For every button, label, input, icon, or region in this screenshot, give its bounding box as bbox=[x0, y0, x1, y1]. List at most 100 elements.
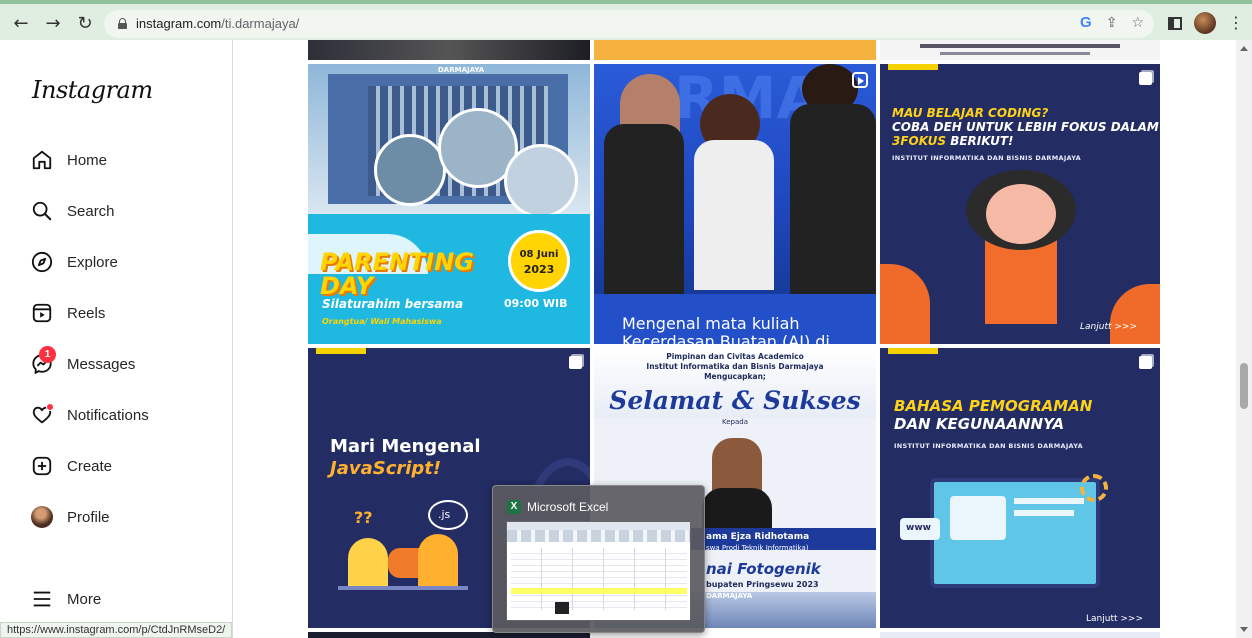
date-text: 08 Juni bbox=[519, 249, 559, 260]
lanjutt-text: Lanjutt >>> bbox=[1086, 614, 1143, 624]
google-icon[interactable]: G bbox=[1080, 14, 1092, 31]
question-marks: ?? bbox=[354, 508, 373, 527]
reload-icon[interactable]: ↻ bbox=[74, 13, 96, 35]
sidebar-item-profile[interactable]: Profile bbox=[20, 497, 220, 537]
person-figure bbox=[604, 124, 684, 294]
www-text: www bbox=[906, 523, 931, 533]
js-heading-line2: JavaScript! bbox=[330, 458, 442, 479]
event-line1: Silaturahim bersama bbox=[322, 297, 464, 311]
back-icon[interactable]: ← bbox=[10, 13, 32, 35]
person-figure bbox=[694, 140, 774, 290]
post-ai-course-reel[interactable]: RMA Mengenal mata kuliah Kecerdasan Buat… bbox=[594, 64, 876, 344]
illustration-person bbox=[418, 534, 458, 588]
photo-circle bbox=[504, 144, 578, 218]
profile-avatar-icon[interactable] bbox=[1194, 12, 1216, 34]
gear-illustration bbox=[1080, 474, 1108, 502]
header-line3: Mengucapkan; bbox=[704, 372, 766, 381]
post-partial-top-3[interactable] bbox=[880, 40, 1160, 60]
date-badge: 08 Juni 2023 bbox=[508, 230, 570, 292]
scroll-up-arrow-icon[interactable] bbox=[1240, 46, 1248, 51]
sidebar-label-notifications: Notifications bbox=[67, 406, 149, 424]
sidebar: Instagram Home Search Explore Reels 1 Me… bbox=[0, 40, 233, 638]
home-icon bbox=[30, 148, 54, 172]
sidebar-label-reels: Reels bbox=[67, 304, 106, 322]
text-line bbox=[1014, 498, 1084, 504]
excel-taskbar-preview[interactable]: X Microsoft Excel bbox=[492, 485, 705, 633]
photo-circle bbox=[374, 134, 446, 206]
institute-text: INSTITUT INFORMATIKA DAN BISNIS DARMAJAY… bbox=[894, 442, 1083, 450]
post-partial-top-2[interactable] bbox=[594, 40, 876, 60]
bp-heading-line1: BAHASA PEMOGRAMAN bbox=[894, 397, 1093, 415]
share-icon[interactable]: ⇪ bbox=[1106, 15, 1118, 31]
table-line bbox=[338, 586, 468, 590]
scroll-down-arrow-icon[interactable] bbox=[1240, 627, 1248, 632]
image-window bbox=[950, 496, 1006, 540]
messages-badge: 1 bbox=[39, 346, 56, 363]
text-line bbox=[1014, 510, 1074, 516]
sidebar-label-messages: Messages bbox=[67, 355, 136, 373]
lock-icon[interactable] bbox=[118, 18, 127, 29]
decor-shape bbox=[880, 264, 930, 344]
menu-kebab-icon[interactable]: ⋮ bbox=[1228, 15, 1244, 31]
url-text[interactable]: instagram.com/ti.darmajaya/ bbox=[136, 16, 299, 31]
honoree-prodi: swa Prodi Teknik Informatika) bbox=[706, 544, 809, 552]
award-text: nai Fotogenik bbox=[706, 560, 821, 578]
award-place: bupaten Pringsewu 2023 bbox=[706, 580, 819, 589]
sidebar-label-search: Search bbox=[67, 202, 115, 220]
profile-avatar bbox=[30, 505, 54, 529]
sidebar-item-messages[interactable]: 1 Messages bbox=[20, 344, 220, 384]
hamburger-icon bbox=[30, 587, 54, 611]
side-panel-icon[interactable] bbox=[1168, 16, 1182, 30]
person-figure bbox=[790, 104, 876, 294]
sidebar-item-notifications[interactable]: Notifications bbox=[20, 395, 220, 435]
address-bar[interactable]: instagram.com/ti.darmajaya/ G ⇪ ☆ bbox=[104, 10, 1154, 38]
kepada-text: Kepada bbox=[721, 418, 748, 426]
sidebar-label-create: Create bbox=[67, 457, 113, 475]
excel-window-thumbnail[interactable] bbox=[506, 521, 691, 621]
bookmark-star-icon[interactable]: ☆ bbox=[1131, 15, 1144, 31]
carousel-icon bbox=[569, 356, 582, 369]
sidebar-item-create[interactable]: Create bbox=[20, 446, 220, 486]
header-line1: Pimpinan dan Civitas Academico bbox=[666, 352, 804, 361]
event-time: 09:00 WIB bbox=[504, 297, 568, 310]
post-parenting-day[interactable]: DARMAJAYA PARENTING DAY 08 Juni 2023 Sil… bbox=[308, 64, 590, 344]
js-bubble-text: .js bbox=[438, 508, 451, 521]
heading-line3: 3FOKUS BERIKUT! bbox=[892, 134, 1014, 148]
post-partial-top-1[interactable] bbox=[308, 40, 590, 60]
reel-icon bbox=[852, 72, 868, 88]
event-line2: Orangtua/ Wali Mahasiswa bbox=[322, 317, 442, 326]
tag-label bbox=[888, 348, 938, 354]
selamat-title: Selamat & Sukses bbox=[609, 386, 861, 415]
sidebar-item-explore[interactable]: Explore bbox=[20, 242, 220, 282]
www-bubble: www bbox=[900, 518, 940, 540]
sidebar-item-home[interactable]: Home bbox=[20, 140, 220, 180]
carousel-icon bbox=[1139, 356, 1152, 369]
sidebar-item-reels[interactable]: Reels bbox=[20, 293, 220, 333]
notification-dot bbox=[46, 403, 54, 411]
js-heading-line1: Mari Mengenal bbox=[330, 436, 481, 457]
bp-heading-line2: DAN KEGUNAANNYA bbox=[894, 415, 1065, 433]
browser-toolbar: ← → ↻ instagram.com/ti.darmajaya/ G ⇪ ☆ … bbox=[0, 0, 1252, 40]
post-bahasa-pemograman[interactable]: BAHASA PEMOGRAMAN DAN KEGUNAANNYA INSTIT… bbox=[880, 348, 1160, 628]
sidebar-item-search[interactable]: Search bbox=[20, 191, 220, 231]
sidebar-item-more[interactable]: More bbox=[20, 579, 220, 619]
plus-square-icon bbox=[30, 454, 54, 478]
scroll-thumb[interactable] bbox=[1240, 363, 1248, 409]
heading-line1: MAU BELAJAR CODING? bbox=[892, 106, 1049, 120]
post-partial-bottom-3[interactable] bbox=[880, 632, 1160, 638]
sidebar-label-more: More bbox=[67, 590, 102, 608]
sidebar-label-profile: Profile bbox=[67, 508, 110, 526]
carousel-icon bbox=[1139, 72, 1152, 85]
post-coding-focus[interactable]: MAU BELAJAR CODING? COBA DEH UNTUK LEBIH… bbox=[880, 64, 1160, 344]
sidebar-label-home: Home bbox=[67, 151, 108, 169]
tag-label bbox=[316, 348, 366, 354]
excel-title: Microsoft Excel bbox=[527, 500, 609, 514]
excel-icon: X bbox=[507, 500, 521, 514]
instagram-logo[interactable]: Instagram bbox=[32, 76, 153, 104]
caption-line2: Kecerdasan Buatan (AI) di bbox=[622, 332, 830, 344]
heading-line2: COBA DEH UNTUK LEBIH FOKUS DALAM bbox=[892, 120, 1159, 134]
link-status-bar: https://www.instagram.com/p/CtdJnRMseD2/ bbox=[0, 622, 233, 638]
js-bubble: .js bbox=[428, 500, 468, 530]
page-scrollbar[interactable] bbox=[1236, 40, 1252, 638]
forward-icon[interactable]: → bbox=[42, 13, 64, 35]
